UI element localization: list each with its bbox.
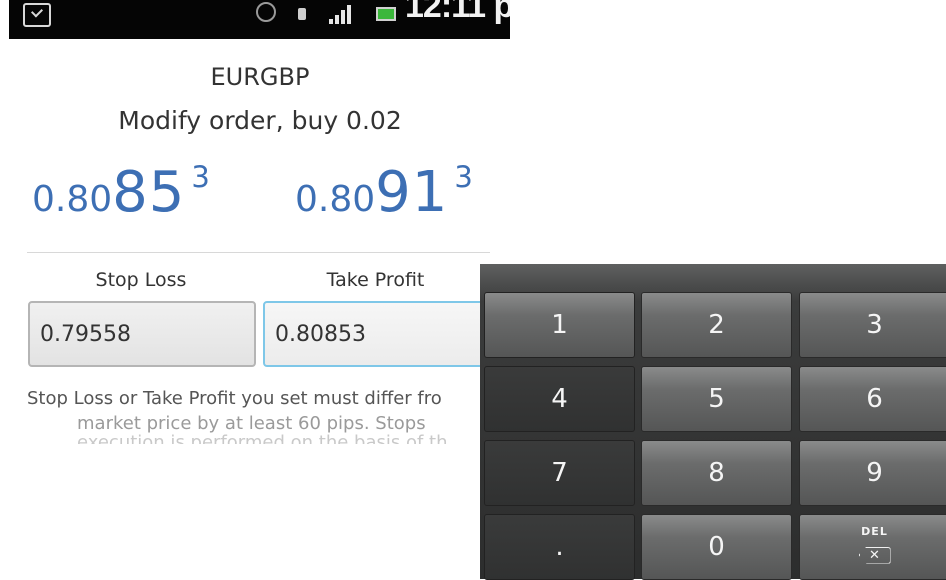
key-1[interactable]: 1	[484, 292, 635, 358]
note-line-3: execution is performed on the basis of t…	[77, 432, 448, 444]
delete-key-label: DEL	[861, 524, 888, 538]
note-line-1: Stop Loss or Take Profit you set must di…	[27, 388, 442, 409]
delete-key[interactable]: DEL ✕	[799, 514, 946, 580]
bid-price-pip: 3	[191, 160, 210, 194]
take-profit-label: Take Profit	[326, 269, 425, 291]
take-profit-input[interactable]	[263, 301, 491, 367]
symbol-title: EURGBP	[210, 63, 310, 91]
key-7[interactable]: 7	[484, 440, 635, 506]
status-clock: 12:11 pm	[405, 0, 510, 25]
order-description: Modify order, buy 0.02	[118, 106, 402, 135]
sync-icon	[256, 2, 276, 22]
key-4[interactable]: 4	[484, 366, 635, 432]
bid-price-prefix: 0.80	[32, 179, 113, 220]
wifi-icon	[298, 8, 306, 20]
key-0[interactable]: 0	[641, 514, 792, 580]
ask-price-pip: 3	[454, 160, 473, 194]
battery-icon	[376, 7, 396, 21]
key-8[interactable]: 8	[641, 440, 792, 506]
key-5[interactable]: 5	[641, 366, 792, 432]
stop-level-note: Stop Loss or Take Profit you set must di…	[27, 386, 487, 444]
numeric-keypad: 1 2 3 4 5 6 7 8 9 . 0 DEL ✕	[480, 264, 946, 580]
key-decimal[interactable]: .	[484, 514, 635, 580]
key-3[interactable]: 3	[799, 292, 946, 358]
bid-price-big: 85	[112, 160, 186, 225]
delete-key-symbol: ✕	[858, 546, 891, 564]
divider	[27, 252, 490, 253]
ask-price-big: 91	[375, 160, 449, 225]
key-9[interactable]: 9	[799, 440, 946, 506]
status-bar: 12:11 pm	[9, 0, 510, 39]
notification-icon	[23, 3, 51, 27]
bid-price[interactable]: 0.8085 3	[32, 160, 210, 225]
signal-icon	[329, 4, 351, 24]
stop-loss-input[interactable]	[28, 301, 256, 367]
backspace-icon: DEL ✕	[858, 524, 891, 564]
ask-price[interactable]: 0.8091 3	[295, 160, 473, 225]
ask-price-prefix: 0.80	[295, 179, 376, 220]
stop-loss-label: Stop Loss	[95, 269, 187, 291]
key-2[interactable]: 2	[641, 292, 792, 358]
key-6[interactable]: 6	[799, 366, 946, 432]
